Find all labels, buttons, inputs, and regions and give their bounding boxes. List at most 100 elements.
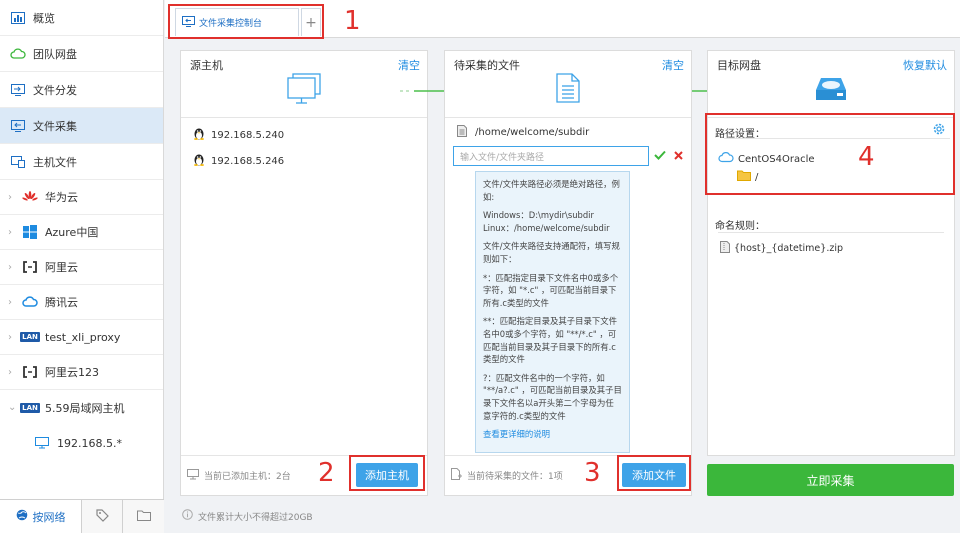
host-ip: 192.168.5.246 — [211, 155, 285, 167]
chevron-right-icon[interactable]: › — [8, 297, 12, 308]
sidebar-item-host-file[interactable]: 主机文件 — [0, 144, 163, 180]
zip-file-icon — [720, 241, 730, 256]
sidebar-item-huawei[interactable]: › 华为云 — [0, 180, 163, 215]
monitor-icon — [34, 436, 50, 450]
chevron-right-icon[interactable]: › — [8, 192, 12, 203]
linux-icon — [193, 127, 205, 143]
annotation-box-3 — [617, 455, 691, 491]
naming-rule-value: {host}_{datetime}.zip — [734, 243, 843, 254]
path-help-tooltip: 文件/文件夹路径必须是绝对路径，例如: Windows：D:\mydir\sub… — [475, 171, 630, 453]
target-drive-panel: 目标网盘 恢复默认 路径设置： CentOS4Oracle / 命名规则： {h… — [707, 50, 955, 456]
annotation-box-4 — [705, 113, 955, 195]
panel-header: 目标网盘 恢复默认 — [708, 51, 954, 118]
tag-icon — [95, 508, 109, 525]
host-list: 192.168.5.240 192.168.5.246 — [181, 118, 427, 174]
file-item[interactable]: /home/welcome/subdir — [445, 118, 691, 146]
sidebar-item-label: 概览 — [33, 11, 55, 25]
collect-icon — [10, 119, 26, 133]
chevron-down-icon[interactable]: ⌄ — [8, 402, 16, 413]
sidebar-item-lan-559[interactable]: ⌄ LAN 5.59局域网主机 — [0, 390, 163, 425]
tooltip-text: *：匹配指定目录下文件名中0或多个字符，如 "*.c" ，可匹配当前目录下所有.… — [483, 272, 619, 308]
file-icon — [457, 124, 467, 140]
reset-default-link[interactable]: 恢复默认 — [903, 57, 947, 73]
folder-icon — [136, 510, 151, 524]
sidebar-item-label: 文件分发 — [33, 83, 77, 97]
sidebar-item-label: 文件采集 — [33, 119, 77, 133]
sidebar-item-overview[interactable]: 概览 — [0, 0, 163, 36]
tab-by-tag[interactable] — [82, 500, 123, 533]
tab-by-network[interactable]: 按网络 — [0, 500, 82, 533]
sidebar-bottom-tabs: 按网络 — [0, 499, 164, 533]
annotation-number-1: 1 — [344, 6, 361, 36]
document-large-icon — [556, 73, 580, 106]
files-panel: 待采集的文件 清空 /home/welcome/subdir 输入文件/文件夹路… — [444, 50, 692, 496]
path-input-row: 输入文件/文件夹路径 — [453, 145, 685, 167]
sidebar-item-collect[interactable]: 文件采集 — [0, 108, 163, 144]
host-item[interactable]: 192.168.5.240 — [181, 122, 427, 148]
info-icon — [182, 509, 193, 523]
sidebar-item-host-group[interactable]: 192.168.5.* — [0, 425, 163, 461]
size-limit-note: 文件累计大小不得超过20GB — [182, 509, 313, 523]
host-file-icon — [10, 155, 26, 169]
collect-now-button[interactable]: 立即采集 — [707, 464, 954, 496]
panel-title: 待采集的文件 — [454, 59, 520, 72]
panel-header: 待采集的文件 清空 — [445, 51, 691, 118]
sidebar-item-label: 腾讯云 — [45, 296, 78, 309]
lan-icon: LAN — [20, 332, 40, 342]
aliyun-icon — [22, 260, 38, 274]
naming-rule-entry: {host}_{datetime}.zip — [720, 241, 843, 256]
tab-by-folder[interactable] — [123, 500, 164, 533]
sidebar-item-aliyun123[interactable]: › 阿里云123 — [0, 355, 163, 390]
host-item[interactable]: 192.168.5.246 — [181, 148, 427, 174]
monitor-large-icon — [287, 73, 321, 108]
sidebar-item-azure[interactable]: › Azure中国 — [0, 215, 163, 250]
sidebar-item-tencent[interactable]: › 腾讯云 — [0, 285, 163, 320]
annotation-box-2 — [349, 455, 425, 491]
cancel-x-icon[interactable] — [674, 150, 683, 163]
huawei-icon — [22, 190, 38, 204]
host-count-text: 当前已添加主机：2台 — [204, 472, 291, 482]
sidebar-item-team-drive[interactable]: 团队网盘 — [0, 36, 163, 72]
sidebar-item-label: 5.59局域网主机 — [45, 401, 125, 415]
confirm-check-icon[interactable] — [654, 150, 666, 163]
source-host-panel: 源主机 清空 192.168.5.240 192.168.5.246 当前已添加… — [180, 50, 428, 496]
panel-header: 源主机 清空 — [181, 51, 427, 118]
sidebar-item-aliyun[interactable]: › 阿里云 — [0, 250, 163, 285]
windows-icon — [22, 225, 38, 239]
sidebar-item-test-xli-proxy[interactable]: › LAN test_xli_proxy — [0, 320, 163, 355]
sidebar: 概览 团队网盘 文件分发 文件采集 主机文件 › 华为云 › Azure中国 ›… — [0, 0, 164, 533]
sidebar-item-label: 华为云 — [45, 191, 78, 204]
chevron-right-icon[interactable]: › — [8, 367, 12, 378]
sidebar-item-label: 团队网盘 — [33, 47, 77, 61]
aliyun-icon — [22, 365, 38, 379]
more-details-link[interactable]: 查看更详细的说明 — [483, 428, 622, 441]
overview-icon — [10, 11, 26, 25]
chevron-right-icon[interactable]: › — [8, 227, 12, 238]
naming-rule-label: 命名规则： — [715, 221, 765, 232]
cloud-drive-icon — [10, 47, 26, 61]
size-limit-text: 文件累计大小不得超过20GB — [198, 512, 313, 523]
linux-icon — [193, 153, 205, 169]
distribute-icon — [10, 83, 26, 97]
clear-files-link[interactable]: 清空 — [662, 57, 684, 73]
sidebar-item-label: Azure中国 — [45, 226, 99, 239]
sidebar-item-label: 阿里云 — [45, 261, 78, 274]
sidebar-item-label: 阿里云123 — [45, 366, 99, 379]
hard-drive-icon — [815, 77, 847, 104]
chevron-right-icon[interactable]: › — [8, 262, 12, 273]
path-input[interactable]: 输入文件/文件夹路径 — [453, 146, 649, 166]
panel-title: 源主机 — [190, 59, 223, 72]
tencent-cloud-icon — [22, 295, 38, 309]
host-ip: 192.168.5.240 — [211, 129, 285, 141]
tooltip-text: ?：匹配文件名中的一个字符，如 "**/a?.c" ，可匹配当前目录及其子目录下… — [483, 372, 622, 421]
sidebar-item-label: test_xli_proxy — [45, 330, 121, 344]
annotation-number-3: 3 — [584, 458, 601, 488]
sidebar-item-label: 192.168.5.* — [57, 436, 122, 450]
add-file-icon — [451, 468, 462, 483]
clear-hosts-link[interactable]: 清空 — [398, 57, 420, 73]
annotation-number-2: 2 — [318, 458, 335, 488]
sidebar-item-distribute[interactable]: 文件分发 — [0, 72, 163, 108]
panel-title: 目标网盘 — [717, 59, 761, 72]
tooltip-text: **：匹配指定目录及其子目录下文件名中0或多个字符，如 "**/*.c" ，可匹… — [483, 316, 617, 365]
chevron-right-icon[interactable]: › — [8, 332, 12, 343]
